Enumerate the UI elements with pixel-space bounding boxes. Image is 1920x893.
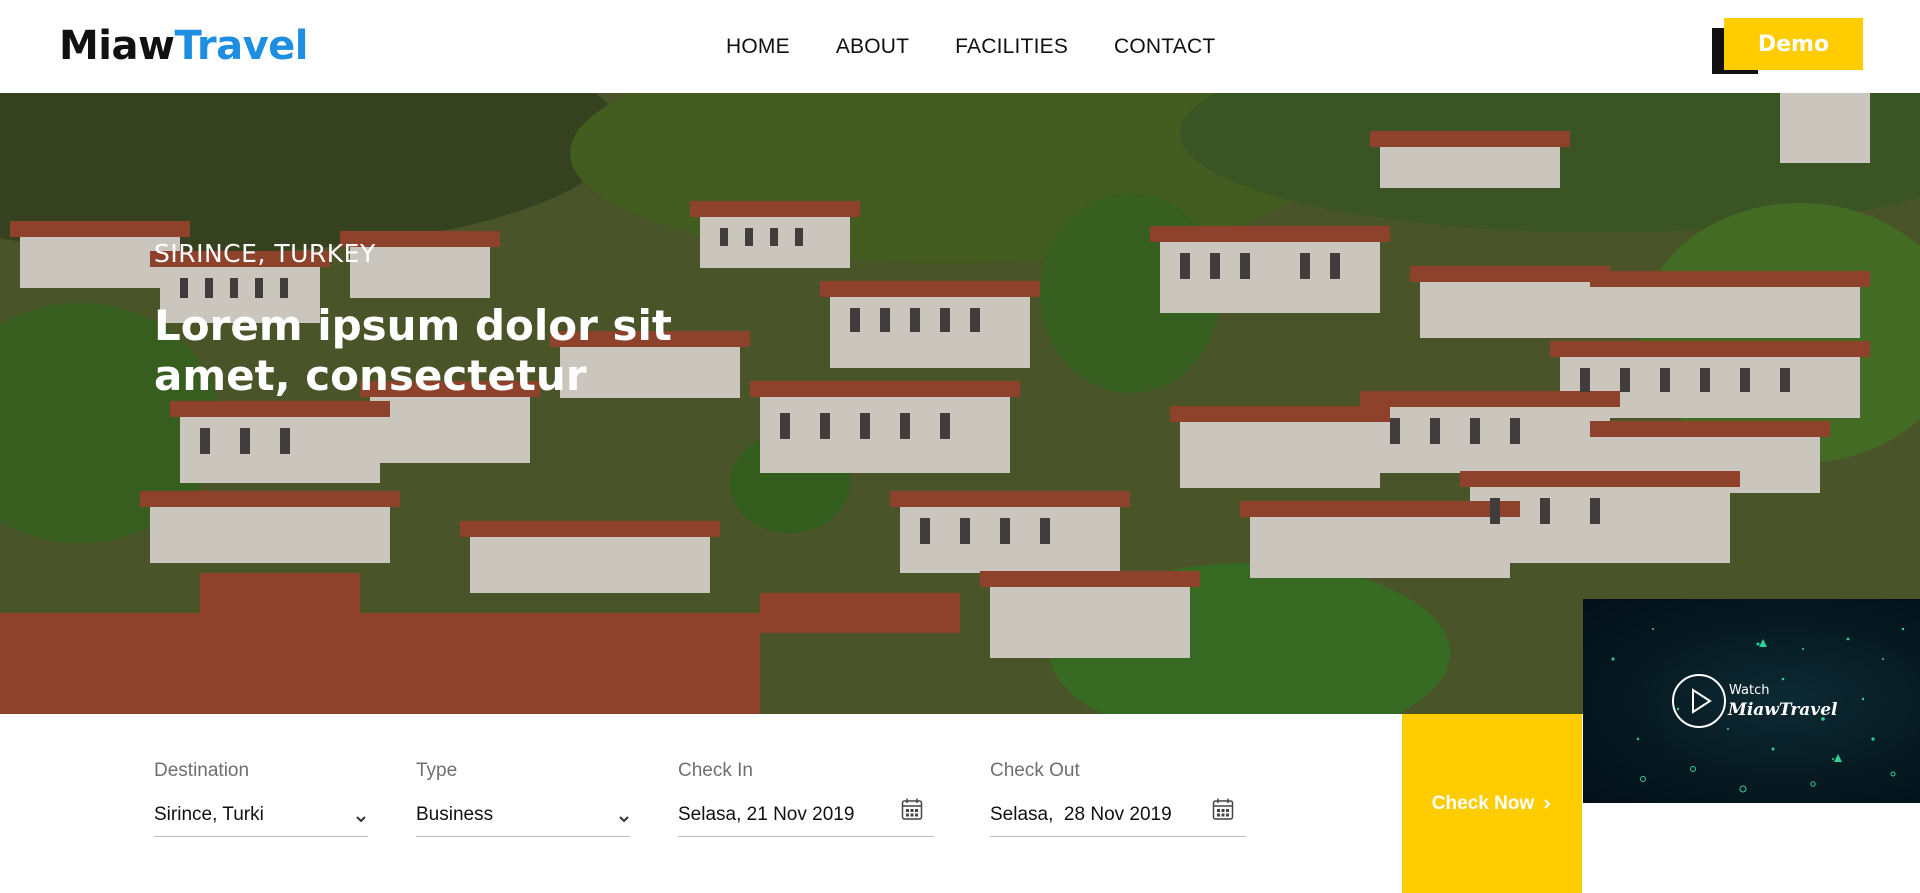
demo-button[interactable]: Demo [1724, 18, 1863, 70]
calendar-icon[interactable] [901, 797, 923, 821]
check-out-underline [990, 836, 1246, 837]
hero-location-subtitle: SIRINCE, TURKEY [154, 239, 376, 268]
chevron-down-icon[interactable] [354, 812, 368, 826]
check-in-label: Check In [678, 760, 753, 781]
check-in-input[interactable]: Selasa, 21 Nov 2019 [678, 804, 854, 826]
site-header: MiawTravel HOME ABOUT FACILITIES CONTACT… [0, 0, 1920, 93]
type-select[interactable]: Business [416, 804, 493, 826]
destination-select[interactable]: Sirince, Turki [154, 804, 264, 826]
check-out-input[interactable]: Selasa, 28 Nov 2019 [990, 804, 1172, 826]
destination-label: Destination [154, 760, 250, 781]
logo-part-travel: Travel [174, 23, 308, 69]
check-out-label: Check Out [990, 760, 1080, 781]
check-now-button[interactable]: Check Now [1402, 714, 1582, 893]
watch-label: Watch [1729, 683, 1770, 698]
video-promo-panel[interactable]: Watch MiawTravel [1583, 599, 1920, 803]
play-icon [1692, 688, 1712, 714]
hero-title: Lorem ipsum dolor sit amet, consectetur [154, 301, 672, 400]
calendar-icon[interactable] [1212, 797, 1234, 821]
chevron-down-icon[interactable] [617, 812, 631, 826]
main-nav: HOME ABOUT FACILITIES CONTACT [726, 34, 1215, 60]
type-label: Type [416, 760, 458, 781]
nav-facilities-link[interactable]: FACILITIES [955, 34, 1068, 60]
logo-part-miaw: Miaw [59, 23, 175, 69]
check-now-label: Check Now [1431, 792, 1535, 814]
watch-brand-label: MiawTravel [1728, 700, 1838, 720]
nav-home-link[interactable]: HOME [726, 34, 790, 60]
check-in-underline [678, 836, 934, 837]
chevron-right-icon [1544, 798, 1551, 809]
destination-underline [154, 836, 368, 837]
site-logo[interactable]: MiawTravel [59, 22, 308, 70]
type-underline [416, 836, 630, 837]
play-button[interactable] [1672, 674, 1726, 728]
nav-contact-link[interactable]: CONTACT [1114, 34, 1215, 60]
demo-button-wrapper: Demo [1712, 18, 1863, 76]
nav-about-link[interactable]: ABOUT [836, 34, 909, 60]
